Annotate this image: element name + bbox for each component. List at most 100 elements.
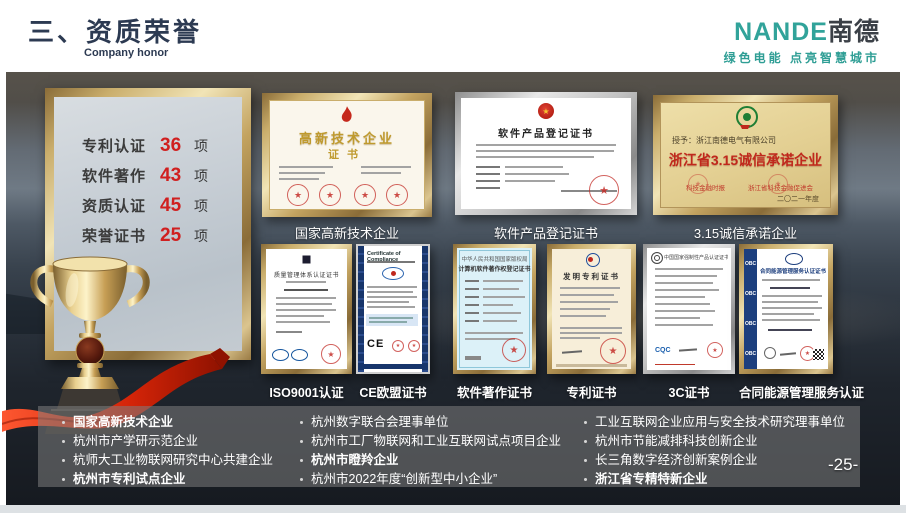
ce-side-bar [422, 246, 428, 372]
honors-column-3: 工业互联网企业应用与安全技术研究理事单位 杭州市节能减排科技创新企业 长三角数字… [584, 413, 845, 489]
bullet-icon [62, 459, 65, 462]
obc-logo-column: OBC OBC OBC OBC [744, 249, 757, 369]
honors-column-2: 杭州数字联合会理事单位 杭州市工厂物联网和工业互联网试点项目企业 杭州市瞪羚企业… [300, 413, 561, 489]
honor-text: 杭州市工厂物联网和工业互联网试点项目企业 [311, 432, 561, 451]
red-stamp-icon: ★ [287, 184, 309, 206]
cert-chengxin-title: 浙江省3.15诚信承诺企业 [660, 150, 831, 170]
cert-softproduct-caption: 软件产品登记证书 [455, 223, 637, 242]
wreath-emblem-icon [736, 106, 758, 128]
stat-unit: 项 [194, 136, 208, 156]
honor-item: 杭师大工业物联网研究中心共建企业 [62, 451, 273, 470]
stat-value: 36 [160, 135, 194, 157]
honor-item: 长三角数字经济创新案例企业 [584, 451, 845, 470]
honor-text: 长三角数字经济创新案例企业 [595, 451, 758, 470]
bullet-icon [584, 459, 587, 462]
red-stamp-icon: ★ [354, 184, 376, 206]
bottom-edge [0, 505, 906, 513]
bullet-icon [62, 478, 65, 481]
stat-unit: 项 [194, 196, 208, 216]
honor-text: 杭州市2022年度“创新型中小企业” [311, 470, 497, 489]
cert-copyright-org: 中华人民共和国国家版权局 [457, 255, 532, 263]
bullet-icon [300, 459, 303, 462]
cert-softproduct: ★ 软件产品登记证书 ★ [455, 92, 637, 215]
logo-text-cn: 南德 [828, 18, 880, 46]
stat-row: 专利认证 36 项 [54, 135, 242, 157]
red-stamp-icon: ★ [408, 340, 420, 352]
ce-side-bar [358, 246, 364, 372]
cert-copyright-caption: 软件著作证书 [453, 382, 536, 401]
red-stamp-icon: ★ [707, 342, 723, 358]
red-stamp-icon: ★ [768, 174, 788, 194]
cert-patent-title: 发明专利证书 [552, 271, 631, 282]
bullet-icon [300, 440, 303, 443]
bullet-icon [300, 478, 303, 481]
cert-iso-caption: ISO9001认证 [261, 382, 352, 401]
bullet-icon [584, 421, 587, 424]
ribbon-banner-icon [740, 125, 750, 129]
cert-hightech-subtitle: 证书 [269, 146, 425, 162]
stat-row: 软件著作 43 项 [54, 165, 242, 187]
bullet-icon [584, 478, 587, 481]
ce-mark: CE [367, 338, 384, 350]
logo-text-en: NANDE [734, 18, 828, 46]
bullet-icon [300, 421, 303, 424]
obc-logo-text: OBC [745, 291, 756, 297]
honors-band: 国家高新技术企业 杭州市产学研示范企业 杭师大工业物联网研究中心共建企业 杭州市… [38, 406, 860, 487]
honor-text: 浙江省专精特新企业 [595, 470, 708, 489]
honor-item: 杭州市2022年度“创新型中小企业” [300, 470, 561, 489]
obc-logo-text: OBC [745, 261, 756, 267]
honor-item: 杭州市工厂物联网和工业互联网试点项目企业 [300, 432, 561, 451]
cert-iso: 质量管理体系认证证书 ★ [261, 244, 352, 374]
honor-text: 杭州数字联合会理事单位 [311, 413, 449, 432]
honor-text: 杭州市产学研示范企业 [73, 432, 198, 451]
cert-hightech-caption: 国家高新技术企业 [262, 223, 432, 242]
cert-iso-title: 质量管理体系认证证书 [266, 270, 347, 279]
obc-logo-text: OBC [745, 351, 756, 357]
stat-label: 专利认证 [82, 135, 160, 156]
page-title: 三、资质荣誉 [28, 12, 202, 49]
honor-text: 国家高新技术企业 [73, 413, 173, 432]
national-emblem-icon: ★ [538, 103, 554, 119]
bullet-icon [62, 421, 65, 424]
cert-emc-caption: 合同能源管理服务认证 [739, 382, 833, 401]
obc-logo-text: OBC [745, 321, 756, 327]
honor-item: 浙江省专精特新企业 [584, 470, 845, 489]
cert-chengxin-year: 二〇二一年度 [777, 194, 819, 204]
iaf-logo-icon [272, 349, 289, 361]
honor-item: 国家高新技术企业 [62, 413, 273, 432]
cert-emc-title: 合同能源管理服务认证证书 [760, 267, 826, 275]
cert-emc: OBC OBC OBC OBC 合同能源管理服务认证证书 ★ [739, 244, 833, 374]
honor-text: 杭师大工业物联网研究中心共建企业 [73, 451, 273, 470]
seal-mark-icon [301, 254, 312, 265]
stat-value: 45 [160, 195, 194, 217]
slide: 三、资质荣誉 Company honor NANDE南德 绿色电能 点亮智慧城市… [0, 0, 906, 513]
honor-item: 杭州市瞪羚企业 [300, 451, 561, 470]
honor-item: 杭州市专利试点企业 [62, 470, 273, 489]
stat-row: 资质认证 45 项 [54, 195, 242, 217]
cert-hightech: 高新技术企业 证书 ★ ★ ★ ★ [262, 93, 432, 217]
cert-patent: 发明专利证书 ★ [547, 244, 636, 374]
ccc-logo-icon [651, 252, 663, 264]
red-stamp-icon: ★ [319, 184, 341, 206]
honor-text: 杭州市专利试点企业 [73, 470, 186, 489]
cnas-logo-icon [291, 349, 308, 361]
company-logo: NANDE南德 [734, 12, 880, 48]
ce-oval-logo-icon [382, 267, 404, 280]
red-stamp-icon: ★ [386, 184, 408, 206]
cert-chengxin: 授予：浙江南德电气有限公司 浙江省3.15诚信承诺企业 科技金融时报 浙江省科技… [653, 95, 838, 215]
stat-label: 软件著作 [82, 165, 160, 186]
flame-icon [339, 105, 355, 125]
company-tagline: 绿色电能 点亮智慧城市 [724, 49, 880, 66]
cert-ccc: 中国国家强制性产品认证证书 CQC ★ [643, 244, 735, 374]
honor-text: 杭州市瞪羚企业 [311, 451, 399, 470]
page-subtitle: Company honor [84, 47, 168, 59]
cert-hightech-title: 高新技术企业 [269, 128, 425, 147]
emc-oval-logo-icon [785, 253, 803, 265]
cert-patent-caption: 专利证书 [547, 382, 636, 401]
honor-item: 杭州市产学研示范企业 [62, 432, 273, 451]
round-logo-icon [764, 347, 776, 359]
bullet-icon [584, 440, 587, 443]
stat-value: 43 [160, 165, 194, 187]
honor-text: 杭州市节能减排科技创新企业 [595, 432, 758, 451]
honor-text: 工业互联网企业应用与安全技术研究理事单位 [595, 413, 845, 432]
